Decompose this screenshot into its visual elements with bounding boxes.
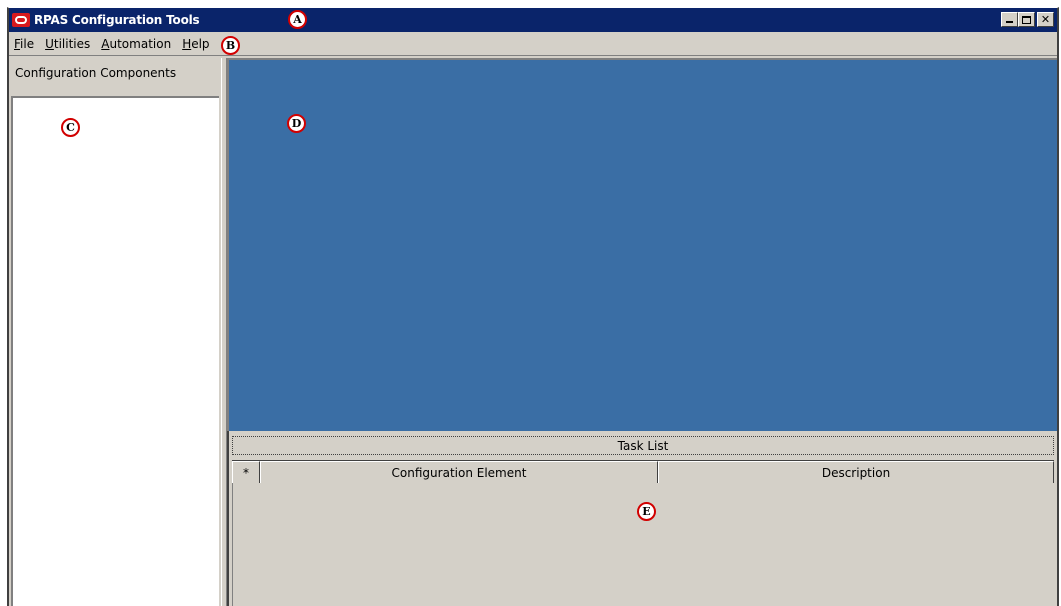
app-window: RPAS Configuration Tools ✕ File Utilitie… [7,7,1059,606]
close-button[interactable]: ✕ [1037,12,1054,27]
title-bar[interactable]: RPAS Configuration Tools ✕ [9,8,1057,32]
minimize-button[interactable] [1001,12,1018,27]
window-title: RPAS Configuration Tools [34,13,200,27]
column-header-description[interactable]: Description [658,461,1054,484]
maximize-button[interactable] [1018,12,1035,27]
oracle-logo-icon [12,13,30,27]
configuration-components-tree[interactable] [11,96,219,606]
workspace-area[interactable] [227,58,1057,431]
callout-marker-a: A [288,10,307,29]
menu-bar: File Utilities Automation Help [9,32,1057,56]
menu-help[interactable]: Help [182,37,209,51]
configuration-components-panel: Configuration Components [9,58,221,606]
minimize-icon [1006,21,1013,23]
menu-automation[interactable]: Automation [101,37,171,51]
column-header-star[interactable]: * [232,461,260,484]
configuration-components-header: Configuration Components [15,66,177,80]
column-header-configuration-element[interactable]: Configuration Element [260,461,658,484]
callout-marker-e: E [637,502,656,521]
callout-marker-c: C [61,118,80,137]
callout-marker-b: B [221,36,240,55]
task-list-header-row: * Configuration Element Description [232,460,1054,484]
menu-utilities[interactable]: Utilities [45,37,90,51]
close-icon: ✕ [1040,13,1051,26]
menu-file[interactable]: File [14,37,34,51]
task-list-title[interactable]: Task List [232,436,1054,455]
window-controls: ✕ [1001,12,1054,27]
maximize-icon [1022,15,1031,24]
callout-marker-d: D [287,114,306,133]
